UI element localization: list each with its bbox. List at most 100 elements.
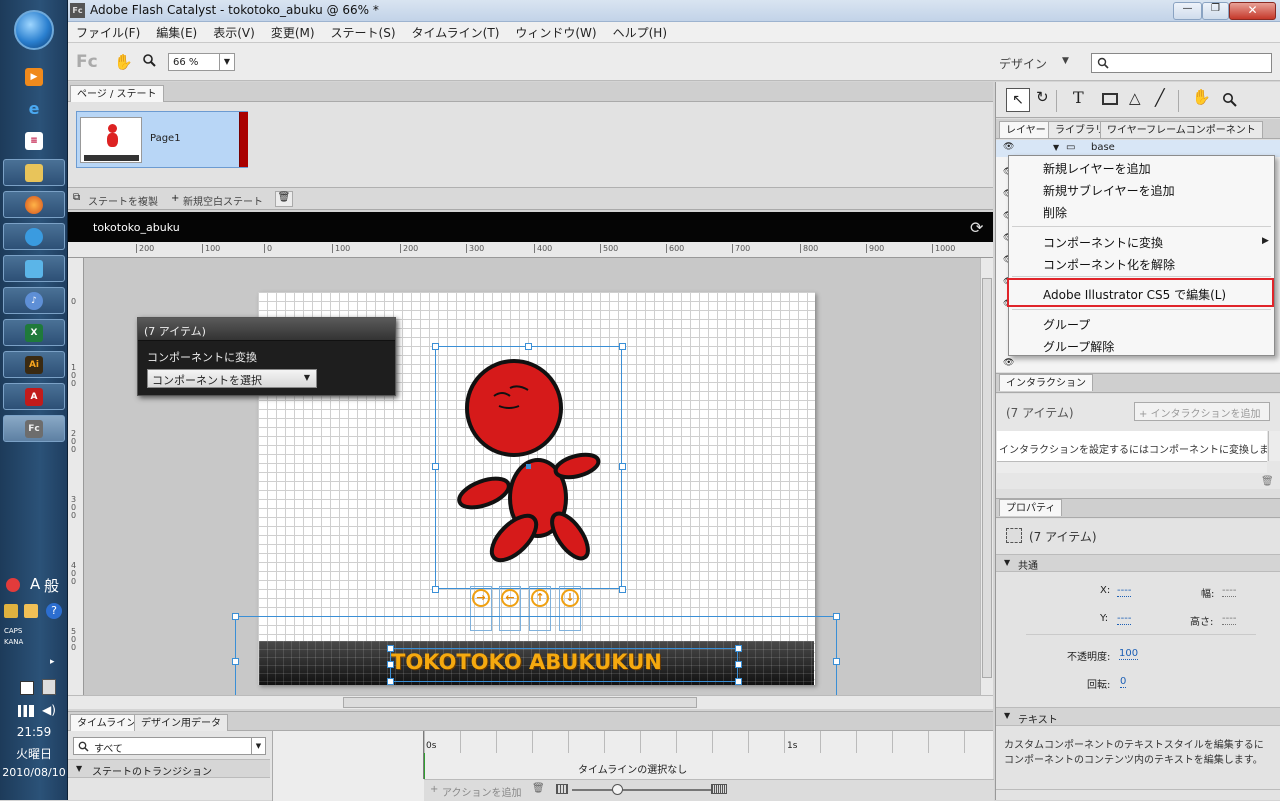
- tab-interactions[interactable]: インタラクション: [999, 374, 1093, 391]
- resize-handle-ml[interactable]: [432, 463, 439, 470]
- rectangle-tool-icon[interactable]: [1102, 93, 1118, 105]
- h-scroll-thumb[interactable]: [343, 697, 697, 708]
- workspace-chevron-icon[interactable]: ▼: [1062, 56, 1069, 66]
- refresh-icon[interactable]: ⟳: [970, 218, 983, 237]
- tab-properties[interactable]: プロパティ: [999, 499, 1063, 516]
- menu-window[interactable]: ウィンドウ(W): [507, 22, 604, 42]
- line-tool-icon[interactable]: ╱: [1155, 88, 1165, 107]
- group-handle-tr[interactable]: [833, 613, 840, 620]
- text-handle-bl[interactable]: [387, 678, 394, 685]
- ime-icon[interactable]: [6, 578, 20, 592]
- notes-launcher[interactable]: ≡: [3, 127, 65, 154]
- width-value[interactable]: ----: [1222, 585, 1237, 597]
- text-handle-br[interactable]: [735, 678, 742, 685]
- text-handle-mr[interactable]: [735, 661, 742, 668]
- shape-tool-icon[interactable]: △: [1129, 89, 1141, 107]
- new-blank-state-button[interactable]: 新規空白ステート: [183, 193, 263, 208]
- text-handle-tl[interactable]: [387, 645, 394, 652]
- signal-icon[interactable]: [18, 705, 34, 717]
- app-icon[interactable]: Fc: [70, 3, 85, 18]
- show-hidden-icon[interactable]: ▸: [50, 657, 55, 667]
- people-task[interactable]: [3, 255, 65, 282]
- itunes-task[interactable]: ♪: [3, 287, 65, 314]
- menu-timeline[interactable]: タイムライン(T): [404, 22, 508, 42]
- timeline-zoom-track[interactable]: [572, 789, 712, 791]
- text-section-header[interactable]: ▼ テキスト: [996, 707, 1280, 726]
- menu-group[interactable]: グループ: [1043, 316, 1090, 333]
- v-scroll-thumb[interactable]: [982, 278, 992, 678]
- workspace-label[interactable]: デザイン: [999, 55, 1047, 72]
- add-interaction-button[interactable]: + インタラクションを追加: [1134, 402, 1270, 421]
- media-player-launcher[interactable]: ▶: [3, 63, 65, 90]
- menu-state[interactable]: ステート(S): [323, 22, 404, 42]
- close-button[interactable]: ✕: [1229, 2, 1276, 20]
- ime-a-indicator[interactable]: A: [30, 575, 40, 593]
- select-tool-icon[interactable]: ↖: [1006, 88, 1030, 112]
- zoom-select[interactable]: 66 % ▼: [168, 53, 235, 71]
- trash-icon[interactable]: 🗑: [1261, 476, 1274, 487]
- messenger-task[interactable]: [3, 223, 65, 250]
- height-value[interactable]: ----: [1222, 613, 1237, 625]
- group-handle-ml[interactable]: [232, 658, 239, 665]
- transitions-row[interactable]: ▼ ステートのトランジション: [68, 759, 270, 778]
- canvas-horizontal-scrollbar[interactable]: [68, 695, 993, 709]
- timeline-filter[interactable]: すべて ▼: [73, 737, 266, 755]
- device-icon[interactable]: [42, 679, 56, 695]
- interactions-v-scrollbar[interactable]: [1268, 431, 1280, 461]
- hand-tool-icon[interactable]: ✋: [114, 53, 133, 71]
- component-select[interactable]: コンポーネントを選択 ▼: [147, 369, 317, 388]
- firefox-task[interactable]: [3, 191, 65, 218]
- illustrator-task[interactable]: Ai: [3, 351, 65, 378]
- zoom-out-icon[interactable]: [556, 784, 568, 794]
- zoom-tool-icon[interactable]: [142, 53, 156, 67]
- trash-icon[interactable]: 🗑: [532, 783, 545, 794]
- tab-timeline[interactable]: タイムライン: [70, 714, 144, 731]
- tab-wireframe[interactable]: ワイヤーフレームコンポーネント: [1100, 121, 1263, 138]
- opacity-value[interactable]: 100: [1119, 648, 1139, 660]
- menu-help[interactable]: ヘルプ(H): [605, 22, 675, 42]
- expand-icon[interactable]: ▼: [1004, 558, 1010, 567]
- menu-edit-in-illustrator[interactable]: Adobe Illustrator CS5 で編集(L): [1043, 286, 1226, 303]
- resize-handle-tl[interactable]: [432, 343, 439, 350]
- resize-handle-tr[interactable]: [619, 343, 626, 350]
- network-icon[interactable]: [20, 681, 34, 695]
- menu-delete[interactable]: 削除: [1043, 204, 1067, 221]
- interactions-h-scrollbar[interactable]: [997, 461, 1267, 473]
- zoom-tool-icon[interactable]: [1222, 92, 1237, 107]
- hand-tool-icon[interactable]: ✋: [1192, 88, 1211, 106]
- menu-view[interactable]: 表示(V): [205, 22, 263, 42]
- add-action-button[interactable]: アクションを追加: [442, 784, 522, 799]
- zoom-in-icon[interactable]: [711, 784, 727, 794]
- eye-icon[interactable]: 👁: [1003, 358, 1014, 368]
- menu-add-layer[interactable]: 新規レイヤーを追加: [1043, 160, 1151, 177]
- search-field[interactable]: [1091, 53, 1272, 73]
- tray-tools-icon[interactable]: [4, 604, 18, 618]
- tray-box-icon[interactable]: [24, 604, 38, 618]
- expand-icon[interactable]: ▼: [1053, 143, 1059, 152]
- tab-pages-states[interactable]: ページ / ステート: [70, 85, 164, 102]
- resize-handle-tm[interactable]: [525, 343, 532, 350]
- menu-break-apart[interactable]: コンポーネント化を解除: [1043, 256, 1175, 273]
- expand-icon[interactable]: ▼: [1004, 711, 1010, 720]
- minimize-button[interactable]: —: [1173, 2, 1202, 20]
- volume-icon[interactable]: ◀): [42, 703, 56, 717]
- expand-icon[interactable]: ▼: [76, 764, 82, 773]
- menu-ungroup[interactable]: グループ解除: [1043, 338, 1114, 355]
- tab-design-data[interactable]: デザイン用データ: [134, 714, 228, 731]
- ie-launcher[interactable]: e: [3, 95, 65, 122]
- text-handle-ml[interactable]: [387, 661, 394, 668]
- direct-select-tool-icon[interactable]: ↻: [1036, 88, 1049, 106]
- resize-handle-bl[interactable]: [432, 586, 439, 593]
- trash-icon[interactable]: 🗑: [275, 191, 293, 207]
- help-icon[interactable]: ?: [46, 603, 62, 619]
- text-handle-tr[interactable]: [735, 645, 742, 652]
- banner-text[interactable]: TOKOTOKO ABUKUKUN: [391, 650, 662, 674]
- menu-modify[interactable]: 変更(M): [263, 22, 323, 42]
- page1-thumbnail[interactable]: Page1: [76, 111, 248, 168]
- restore-button[interactable]: ❐: [1202, 2, 1229, 20]
- clock-time[interactable]: 21:59: [0, 725, 68, 739]
- timeline-zoom-thumb[interactable]: [612, 784, 623, 795]
- text-tool-icon[interactable]: T: [1073, 88, 1084, 107]
- group-handle-mr[interactable]: [833, 658, 840, 665]
- rotation-value[interactable]: 0: [1120, 676, 1127, 688]
